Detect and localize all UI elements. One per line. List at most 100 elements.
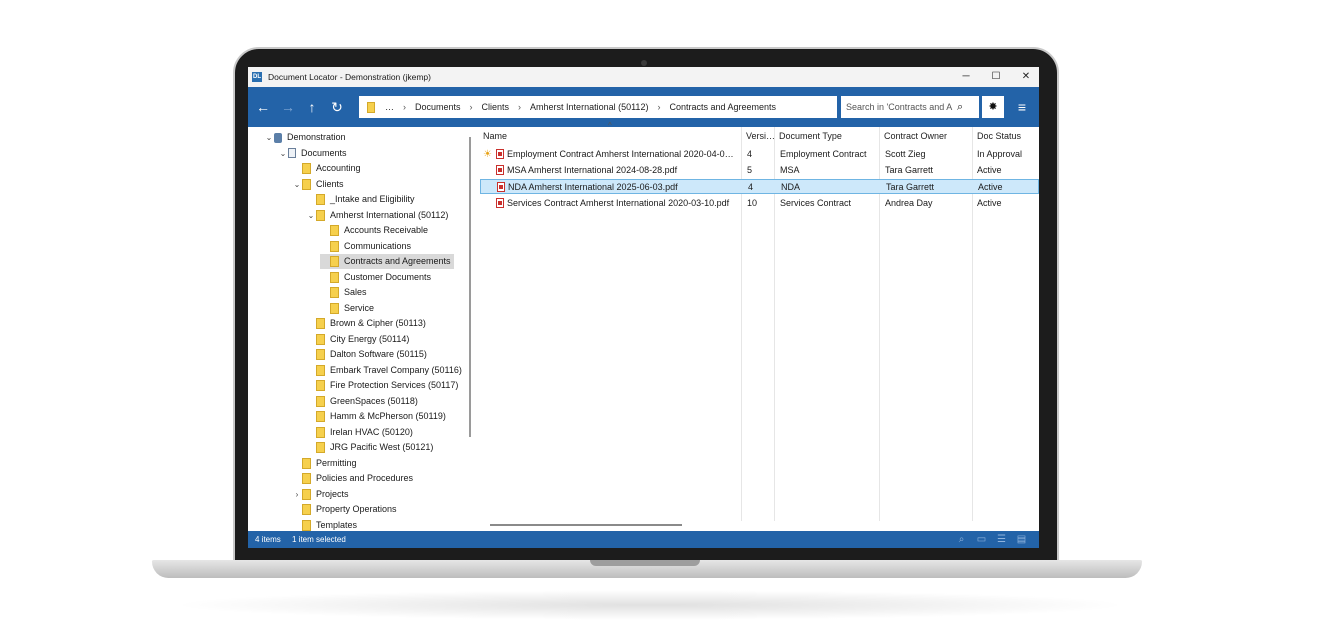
preview-pane-icon[interactable]: ▭ — [976, 534, 987, 545]
breadcrumb-amherst[interactable]: Amherst International (50112) — [530, 102, 648, 112]
search-icon[interactable]: ⌕ — [956, 534, 967, 545]
folder-icon — [302, 488, 311, 500]
tree-item[interactable]: Dalton Software (50115) — [306, 347, 427, 362]
cell-version: 5 — [747, 165, 753, 176]
tree-item-label: Sales — [344, 287, 367, 297]
tree-item-label: Hamm & McPherson (50119) — [330, 411, 446, 421]
toolbar: ← → ↑ ↻ … › Documents › Clients › Amhers… — [248, 87, 1039, 127]
tree-item[interactable]: Accounts Receivable — [320, 223, 428, 238]
tree-item[interactable]: Fire Protection Services (50117) — [306, 378, 458, 393]
tree-item[interactable]: JRG Pacific West (50121) — [306, 440, 433, 455]
tree-item-label: JRG Pacific West (50121) — [330, 442, 434, 452]
tree-item-label: GreenSpaces (50118) — [330, 395, 418, 406]
tree-item[interactable]: _Intake and Eligibility — [306, 192, 415, 207]
column-header-doc-status[interactable]: Doc Status — [977, 131, 1021, 141]
cell-name: Employment Contract Amherst Internationa… — [507, 149, 734, 159]
pdf-icon — [496, 165, 504, 176]
column-header-document-type[interactable]: Document Type — [779, 131, 842, 141]
chevron-right-icon: › — [518, 102, 522, 112]
cell-owner: Andrea Day — [885, 197, 933, 208]
search-icon[interactable]: ⌕ — [957, 101, 963, 114]
tree-item-label: Irelan HVAC (50120) — [330, 426, 413, 437]
pdf-icon — [496, 197, 504, 208]
details-view-icon[interactable]: ☰ — [996, 534, 1007, 545]
list-scrollbar[interactable] — [490, 524, 682, 526]
chevron-down-icon[interactable]: ⌄ — [264, 130, 274, 145]
folder-icon — [302, 504, 311, 515]
menu-icon[interactable]: ≡ — [1013, 98, 1031, 116]
tree-item[interactable]: Property Operations — [292, 502, 397, 517]
tree-scrollbar[interactable] — [469, 137, 471, 437]
close-button[interactable]: ✕ — [1011, 67, 1039, 87]
tree-item[interactable]: Brown & Cipher (50113) — [306, 316, 426, 331]
chevron-right-icon: › — [657, 102, 661, 112]
column-header-version[interactable]: Versi… — [746, 131, 775, 141]
chevron-down-icon[interactable]: ⌄ — [278, 146, 288, 161]
tree-item[interactable]: Accounting — [292, 161, 361, 176]
tree-item[interactable]: Hamm & McPherson (50119) — [306, 409, 446, 424]
title-bar: DL Document Locator - Demonstration (jke… — [248, 67, 1039, 87]
refresh-button[interactable]: ↻ — [328, 98, 346, 116]
chevron-right-icon[interactable]: › — [292, 487, 302, 502]
tree-item[interactable]: Irelan HVAC (50120) — [306, 425, 413, 440]
breadcrumb-ellipsis[interactable]: … — [385, 102, 394, 112]
list-view-icon[interactable]: ▤ — [1016, 534, 1027, 545]
tree-item[interactable]: Contracts and Agreements — [320, 254, 454, 269]
forward-button[interactable]: → — [279, 98, 297, 116]
tree-item-label: Customer Documents — [344, 271, 432, 282]
search-placeholder: Search in 'Contracts and A — [846, 102, 953, 112]
tree-item[interactable]: Service — [320, 301, 374, 316]
tree-item-label: Documents — [301, 147, 347, 158]
search-input[interactable]: Search in 'Contracts and A ⌕ — [841, 96, 979, 118]
cell-version: 4 — [747, 149, 753, 159]
tree-item[interactable]: Embark Travel Company (50116) — [306, 363, 462, 378]
breadcrumb-documents[interactable]: Documents — [415, 102, 461, 112]
tree-item-label: Communications — [344, 240, 412, 251]
cell-owner: Tara Garrett — [885, 165, 934, 176]
chevron-down-icon[interactable]: ⌄ — [292, 177, 302, 192]
back-button[interactable]: ← — [254, 98, 272, 116]
item-count: 4 items — [255, 535, 281, 544]
tree-item[interactable]: ⌄ Documents — [278, 146, 347, 161]
gear-icon[interactable]: ✸ — [982, 96, 1004, 118]
up-button[interactable]: ↑ — [303, 98, 321, 116]
tree-item[interactable]: › Projects — [292, 487, 349, 502]
minimize-button[interactable]: ─ — [951, 67, 981, 87]
tree-item[interactable]: ⌄ Amherst International (50112) — [306, 208, 448, 223]
tree-item[interactable]: Policies and Procedures — [292, 471, 413, 486]
tree-item[interactable]: Permitting — [292, 456, 357, 471]
cell-type: Services Contract — [780, 197, 852, 208]
maximize-button[interactable]: ☐ — [981, 67, 1011, 87]
folder-icon — [330, 225, 339, 236]
folder-icon — [316, 442, 325, 453]
tree-item-label: Clients — [316, 178, 344, 189]
chevron-down-icon[interactable]: ⌄ — [306, 208, 316, 223]
tree-item[interactable]: Templates — [292, 518, 357, 532]
tree-item[interactable]: City Energy (50114) — [306, 332, 409, 347]
tree-item[interactable]: Sales — [320, 285, 367, 300]
table-row[interactable]: MSA Amherst International 2024-08-28.pdf… — [480, 163, 1039, 178]
breadcrumb-contracts[interactable]: Contracts and Agreements — [669, 102, 776, 112]
cell-status: Active — [977, 197, 1002, 208]
tree-item-label: Contracts and Agreements — [344, 256, 451, 266]
table-row[interactable]: Services Contract Amherst International … — [480, 196, 1039, 211]
app-logo-icon: DL — [252, 72, 262, 82]
folder-icon — [302, 163, 311, 174]
tree-item-label: Service — [344, 302, 375, 313]
column-header-name[interactable]: Name — [483, 131, 507, 141]
tree-item[interactable]: Customer Documents — [320, 270, 431, 285]
folder-icon — [316, 349, 325, 360]
folder-icon — [330, 302, 339, 314]
folder-icon — [316, 364, 325, 376]
folder-icon — [302, 473, 311, 484]
tree-item[interactable]: Communications — [320, 239, 411, 254]
breadcrumb[interactable]: … › Documents › Clients › Amherst Intern… — [359, 96, 837, 118]
tree-item[interactable]: GreenSpaces (50118) — [306, 394, 418, 409]
column-header-contract-owner[interactable]: Contract Owner — [884, 131, 947, 141]
tree-item[interactable]: ⌄ Demonstration — [264, 130, 346, 145]
tree-item-label: Templates — [316, 519, 358, 530]
table-row[interactable]: NDA Amherst International 2025-06-03.pdf… — [480, 179, 1039, 195]
tree-item[interactable]: ⌄ Clients — [292, 177, 344, 192]
breadcrumb-clients[interactable]: Clients — [482, 102, 510, 112]
table-row[interactable]: ☀ Employment Contract Amherst Internation… — [480, 147, 1039, 162]
